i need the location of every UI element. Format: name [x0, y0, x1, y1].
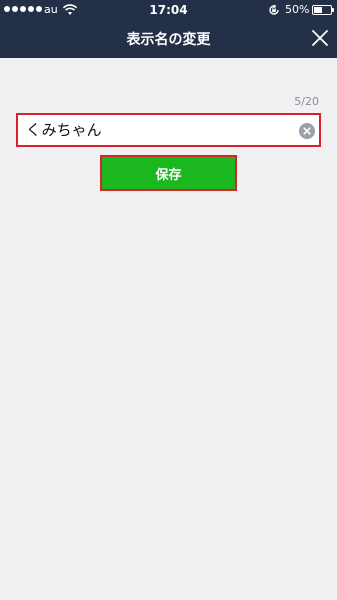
rotation-lock-icon: [269, 4, 279, 15]
display-name-value[interactable]: くみちゃん: [26, 121, 102, 139]
screen: au 17:04 50% 表示名の変更 5/20 くみちゃん 保存: [0, 0, 337, 600]
close-icon: [312, 30, 328, 46]
battery-fill: [314, 7, 322, 13]
display-name-input[interactable]: くみちゃん: [16, 113, 321, 147]
clear-icon: [303, 127, 311, 135]
character-counter: 5/20: [294, 95, 319, 108]
page-title: 表示名の変更: [126, 32, 211, 48]
header: au 17:04 50% 表示名の変更: [0, 0, 337, 58]
battery-percent: 50%: [285, 3, 310, 16]
status-bar: au 17:04 50%: [0, 0, 337, 20]
save-button[interactable]: 保存: [100, 155, 237, 191]
close-button[interactable]: [308, 26, 332, 50]
clear-button[interactable]: [299, 123, 315, 139]
battery-icon: [312, 5, 334, 15]
